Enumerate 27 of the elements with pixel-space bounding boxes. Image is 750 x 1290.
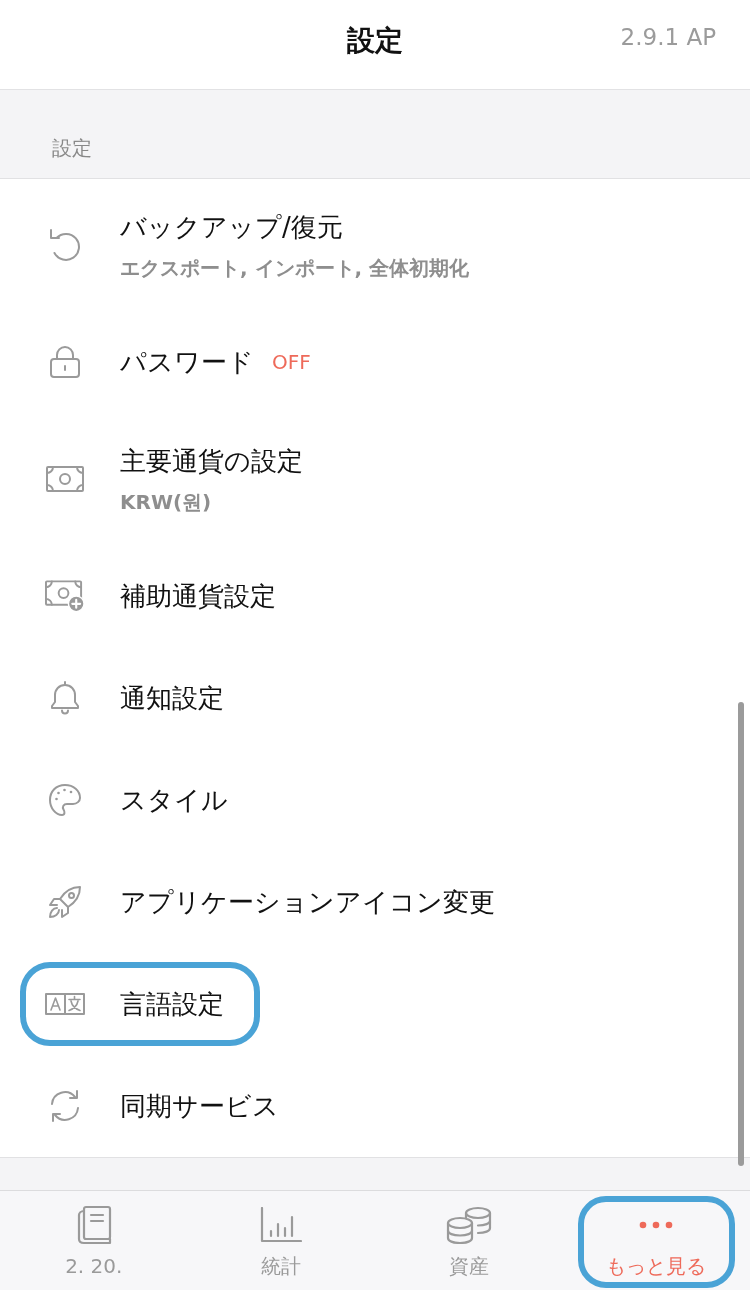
bar-chart-icon [260,1207,303,1243]
more-dots-icon [639,1221,674,1229]
setting-title[interactable]: 主要通貨の設定 [120,443,303,479]
setting-title[interactable]: 言語設定 [120,986,224,1022]
setting-description: KRW(원) [120,489,213,515]
setting-title[interactable]: 同期サービス [120,1088,279,1124]
status-value: OFF [272,349,311,376]
section-title: 設定 [52,136,92,160]
translate-icon [45,993,85,1015]
setting-title[interactable]: パスワード [120,344,254,380]
setting-description: エクスポート, インポート, 全体初期化 [120,255,470,281]
setting-title[interactable]: 補助通貨設定 [120,578,276,614]
restore-icon [47,228,83,262]
banknote-plus-icon [45,579,85,613]
bell-icon [49,681,81,715]
page-title: 設定 [347,22,403,59]
banknote-icon [46,466,84,492]
palette-icon [48,783,82,817]
book-icon [75,1205,112,1245]
lock-icon [49,345,81,379]
setting-title[interactable]: バックアップ/復元 [120,209,343,245]
coins-icon [445,1206,492,1244]
rocket-icon [48,885,82,919]
setting-title[interactable]: アプリケーションアイコン変更 [120,884,495,920]
setting-title[interactable]: 通知設定 [120,680,224,716]
setting-title[interactable]: スタイル [120,782,228,818]
version-label: 2.9.1 AP [620,24,716,50]
